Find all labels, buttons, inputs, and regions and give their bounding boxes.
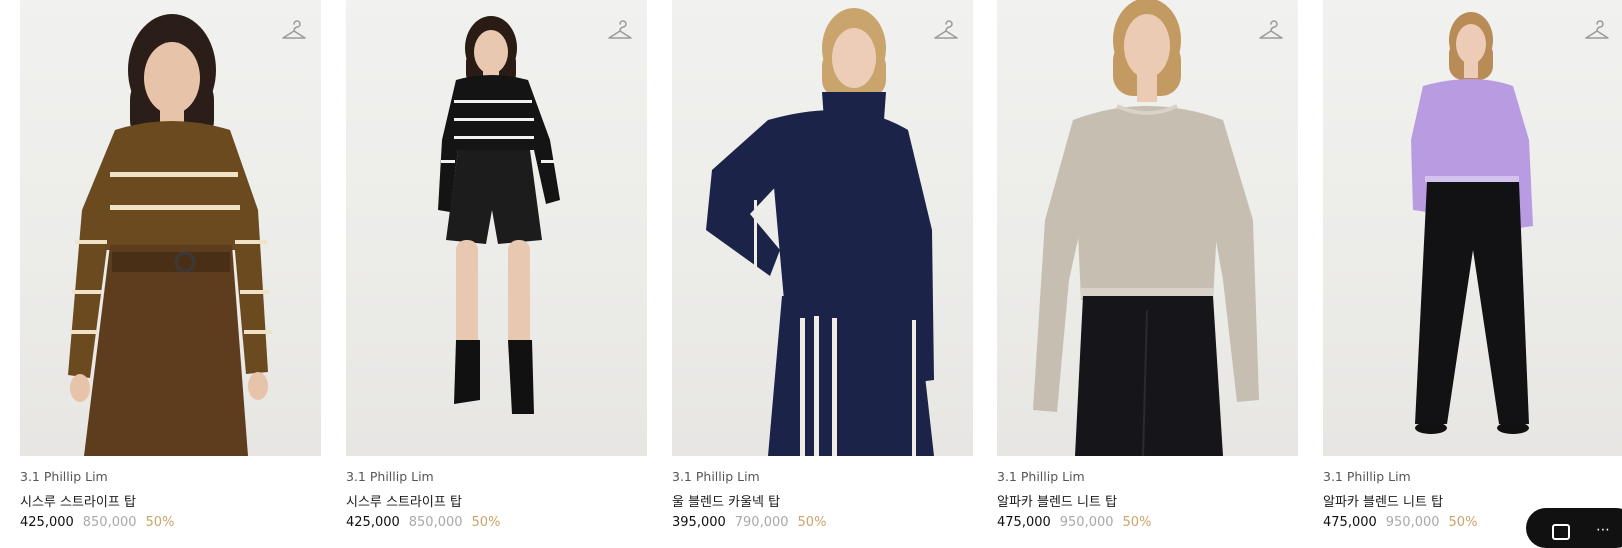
product-photo[interactable] xyxy=(346,0,647,456)
discount-rate: 50% xyxy=(145,515,175,530)
price-row: 395,000 790,000 50% xyxy=(672,515,826,530)
discount-rate: 50% xyxy=(471,515,501,530)
product-card[interactable]: 3.1 Phillip Lim 알파카 블렌드 니트 탑 475,000 950,… xyxy=(997,0,1298,534)
original-price: 850,000 xyxy=(408,515,463,530)
sale-price: 475,000 xyxy=(1323,515,1377,530)
discount-rate: 50% xyxy=(1122,515,1152,530)
brand-label: 3.1 Phillip Lim xyxy=(346,469,434,484)
hanger-icon[interactable] xyxy=(933,18,959,42)
product-card[interactable]: 3.1 Phillip Lim 시스루 스트라이프 탑 425,000 850,0… xyxy=(346,0,647,534)
discount-rate: 50% xyxy=(797,515,827,530)
original-price: 950,000 xyxy=(1385,515,1440,530)
product-card[interactable]: 3.1 Phillip Lim 시스루 스트라이프 탑 425,000 850,0… xyxy=(20,0,321,534)
price-row: 475,000 950,000 50% xyxy=(997,515,1151,530)
sale-price: 425,000 xyxy=(346,515,400,530)
hanger-icon[interactable] xyxy=(607,18,633,42)
sale-price: 475,000 xyxy=(997,515,1051,530)
original-price: 950,000 xyxy=(1059,515,1114,530)
product-card[interactable]: 3.1 Phillip Lim 울 블렌드 카울넥 탑 395,000 790,0… xyxy=(672,0,973,534)
price-row: 425,000 850,000 50% xyxy=(20,515,174,530)
product-card[interactable]: 3.1 Phillip Lim 알파카 블렌드 니트 탑 475,000 950,… xyxy=(1323,0,1622,534)
sale-price: 395,000 xyxy=(672,515,726,530)
hanger-icon[interactable] xyxy=(1584,18,1610,42)
menu-icon: ⋯ xyxy=(1596,522,1610,538)
product-photo[interactable] xyxy=(1323,0,1622,456)
original-price: 850,000 xyxy=(82,515,137,530)
hanger-icon[interactable] xyxy=(281,18,307,42)
product-name[interactable]: 알파카 블렌드 니트 탑 xyxy=(1323,491,1443,510)
price-row: 475,000 950,000 50% xyxy=(1323,515,1477,530)
product-photo[interactable] xyxy=(20,0,321,456)
product-grid: 3.1 Phillip Lim 시스루 스트라이프 탑 425,000 850,0… xyxy=(0,0,1622,548)
product-name[interactable]: 시스루 스트라이프 탑 xyxy=(346,491,462,510)
model-figure xyxy=(1033,0,1259,456)
brand-label: 3.1 Phillip Lim xyxy=(20,469,108,484)
product-name[interactable]: 시스루 스트라이프 탑 xyxy=(20,491,136,510)
model-figure xyxy=(1411,12,1533,434)
product-photo[interactable] xyxy=(672,0,973,456)
hanger-icon[interactable] xyxy=(1258,18,1284,42)
discount-rate: 50% xyxy=(1448,515,1478,530)
sale-price: 425,000 xyxy=(20,515,74,530)
brand-label: 3.1 Phillip Lim xyxy=(997,469,1085,484)
brand-label: 3.1 Phillip Lim xyxy=(1323,469,1411,484)
price-row: 425,000 850,000 50% xyxy=(346,515,500,530)
original-price: 790,000 xyxy=(734,515,789,530)
model-figure xyxy=(68,14,272,456)
model-figure xyxy=(706,8,934,456)
product-photo[interactable] xyxy=(997,0,1298,456)
product-name[interactable]: 알파카 블렌드 니트 탑 xyxy=(997,491,1117,510)
floating-chat-button[interactable]: ⋯ xyxy=(1526,508,1622,548)
brand-label: 3.1 Phillip Lim xyxy=(672,469,760,484)
chat-icon xyxy=(1552,524,1570,540)
product-name[interactable]: 울 블렌드 카울넥 탑 xyxy=(672,491,780,510)
model-figure xyxy=(438,16,560,414)
